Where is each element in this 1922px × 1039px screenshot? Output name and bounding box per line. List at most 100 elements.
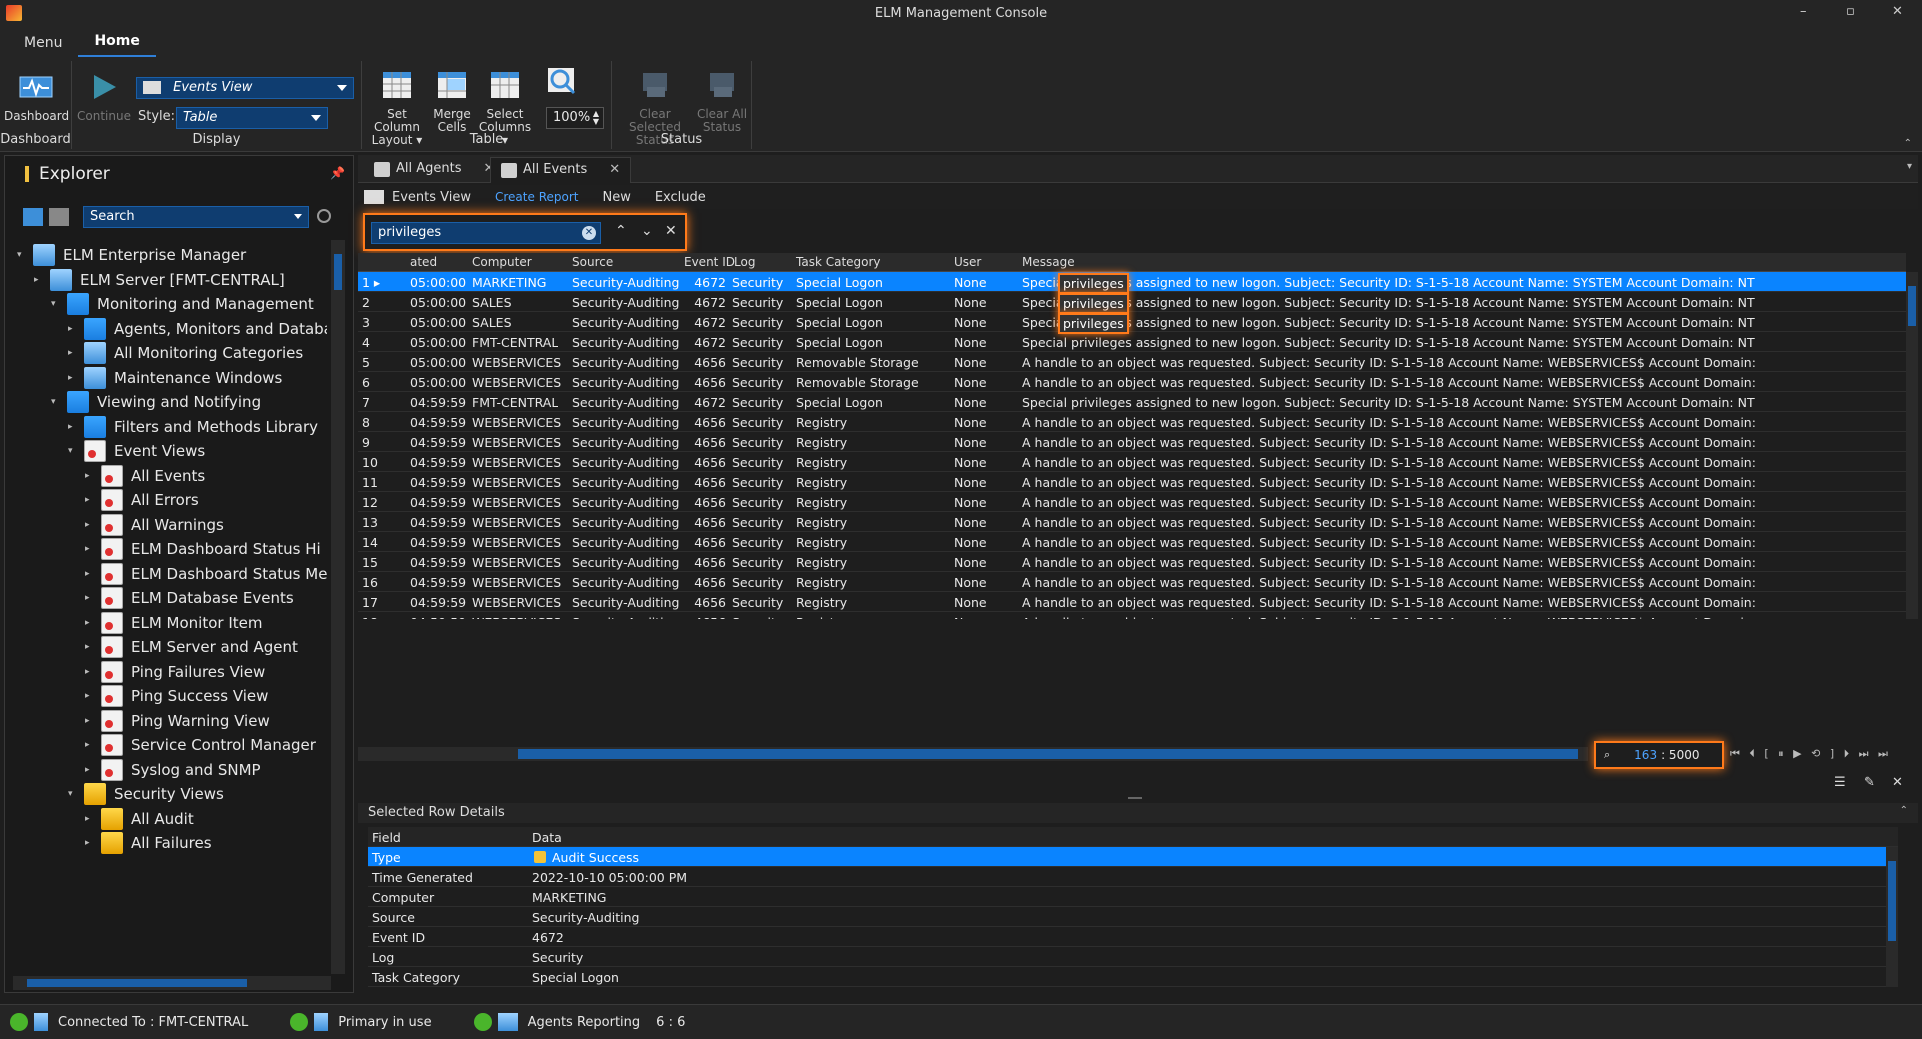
details-row[interactable]: Event ID 4672 [368,927,1898,947]
explorer-search[interactable]: Search [83,206,309,228]
expand-arrow-icon[interactable]: ▸ [85,544,95,554]
expand-arrow-icon[interactable]: ▸ [85,569,95,579]
search-icon[interactable]: ⌕ [1604,748,1610,762]
column-header[interactable]: ated [410,255,437,269]
table-row[interactable]: 17 04:59:59 WEBSERVICES Security-Auditing 46… [358,592,1906,612]
splitter-grip[interactable] [1128,797,1142,799]
expand-arrow-icon[interactable]: ▾ [51,397,61,407]
table-row[interactable]: 5 05:00:00 WEBSERVICES Security-Auditing 465… [358,352,1906,372]
expand-arrow-icon[interactable]: ▸ [85,765,95,775]
style-select[interactable]: Table [176,107,328,129]
expand-arrow-icon[interactable]: ▸ [68,348,78,358]
collapse-ribbon-icon[interactable]: ⌃ [1904,138,1912,149]
table-row[interactable]: 13 04:59:59 WEBSERVICES Security-Auditing 46… [358,512,1906,532]
view-select[interactable]: Events View [136,77,354,99]
column-header[interactable]: Source [572,255,613,269]
details-row[interactable]: Computer MARKETING [368,887,1898,907]
spinner-arrows-icon[interactable]: ▲ ▼ [593,110,599,126]
minimize-button[interactable]: – [1800,4,1807,19]
column-header[interactable]: Event ID [684,255,735,269]
expand-arrow-icon[interactable]: ▸ [68,422,78,432]
column-header[interactable]: User [954,255,981,269]
expand-arrow-icon[interactable]: ▾ [17,250,27,260]
column-header[interactable]: Computer [472,255,532,269]
expand-arrow-icon[interactable]: ▸ [85,471,95,481]
find-previous-icon[interactable]: ⌃ [615,223,627,239]
clear-search-icon[interactable] [317,209,331,223]
table-row[interactable]: 1 ▸ 05:00:00 MARKETING Security-Auditing 467… [358,272,1906,292]
create-report-link[interactable]: Create Report [495,190,578,204]
current-record[interactable]: 163 [1634,748,1657,762]
expand-arrow-icon[interactable]: ▸ [85,691,95,701]
close-panel-icon[interactable]: ✕ [1892,775,1903,790]
scroll-thumb[interactable] [1908,286,1916,326]
find-next-icon[interactable]: ⌄ [641,223,653,239]
clear-find-icon[interactable]: ✕ [582,226,596,240]
expand-arrow-icon[interactable]: ▸ [68,324,78,334]
maximize-button[interactable]: ▫ [1846,4,1855,19]
scroll-thumb[interactable] [518,749,1578,759]
expand-arrow-icon[interactable]: ▾ [68,789,78,799]
column-header[interactable]: Message [1022,255,1075,269]
list-view-icon[interactable] [49,208,69,226]
column-header[interactable]: Task Category [796,255,881,269]
clear-all-status-button[interactable]: Clear All Status [696,69,748,134]
expand-arrow-icon[interactable]: ▸ [68,373,78,383]
expand-tree-icon[interactable] [23,208,43,226]
table-row[interactable]: 12 04:59:59 WEBSERVICES Security-Auditing 46… [358,492,1906,512]
close-button[interactable]: ✕ [1892,4,1903,19]
scroll-thumb[interactable] [27,979,247,987]
expand-arrow-icon[interactable]: ▾ [51,299,61,309]
table-row[interactable]: 15 04:59:59 WEBSERVICES Security-Auditing 46… [358,552,1906,572]
close-tab-icon[interactable]: ✕ [609,162,620,177]
table-row[interactable]: 11 04:59:59 WEBSERVICES Security-Auditing 46… [358,472,1906,492]
explorer-horizontal-scrollbar[interactable] [13,976,331,990]
table-row[interactable]: 2 05:00:00 SALES Security-Auditing 4672 Secur… [358,292,1906,312]
expand-arrow-icon[interactable]: ▸ [85,814,95,824]
close-find-icon[interactable]: ✕ [665,223,677,239]
tab-home[interactable]: Home [78,27,156,57]
table-row[interactable]: 6 05:00:00 WEBSERVICES Security-Auditing 465… [358,372,1906,392]
scroll-thumb[interactable] [334,254,342,290]
details-row[interactable]: Log Security [368,947,1898,967]
tab-menu[interactable]: Menu [8,29,78,57]
new-button[interactable]: New [602,190,630,205]
table-row[interactable]: 8 04:59:59 WEBSERVICES Security-Auditing 465… [358,412,1906,432]
details-row[interactable]: Type Audit Success [368,847,1898,867]
table-row[interactable]: 4 05:00:00 FMT-CENTRAL Security-Auditing 467… [358,332,1906,352]
column-header[interactable]: Log [734,255,755,269]
grid-vertical-scrollbar[interactable] [1906,272,1918,619]
table-row[interactable]: 3 05:00:00 SALES Security-Auditing 4672 Secur… [358,312,1906,332]
expand-arrow-icon[interactable]: ▸ [85,495,95,505]
table-row[interactable]: 9 04:59:59 WEBSERVICES Security-Auditing 465… [358,432,1906,452]
scroll-thumb[interactable] [1888,861,1896,941]
details-scrollbar[interactable] [1886,847,1898,987]
menu-icon[interactable]: ☰ [1834,775,1846,790]
tab-list-chevron-icon[interactable]: ▾ [1907,161,1912,172]
expand-arrow-icon[interactable]: ▸ [85,618,95,628]
explorer-vertical-scrollbar[interactable] [331,240,345,974]
tree-item[interactable]: ▸ All Failures [85,828,212,858]
continue-button[interactable]: Continue [76,71,132,123]
expand-arrow-icon[interactable]: ▸ [85,740,95,750]
expand-arrow-icon[interactable]: ▾ [68,446,78,456]
exclude-button[interactable]: Exclude [655,190,706,205]
expand-arrow-icon[interactable]: ▸ [85,520,95,530]
zoom-spinner[interactable]: 100% ▲ ▼ [546,107,604,129]
table-row[interactable]: 1804:59:59WEBSERVICESSecurity-Auditing46… [358,612,1906,619]
details-row[interactable]: Task Category Special Logon [368,967,1898,987]
tab-all-events[interactable]: All Events ✕ [490,157,632,183]
edit-icon[interactable]: ✎ [1864,775,1875,790]
expand-arrow-icon[interactable]: ▸ [85,667,95,677]
expand-arrow-icon[interactable]: ▸ [85,716,95,726]
dashboard-button[interactable]: Dashboard [4,71,69,123]
pager-navigation[interactable]: ⏮ ⏴ [ ⏸ ▶ ⟲ ] ⏵ ⏭ ⏭ [1730,747,1891,761]
expand-arrow-icon[interactable]: ▸ [85,642,95,652]
table-row[interactable]: 14 04:59:59 WEBSERVICES Security-Auditing 46… [358,532,1906,552]
table-row[interactable]: 16 04:59:59 WEBSERVICES Security-Auditing 46… [358,572,1906,592]
pin-icon[interactable]: 📌 [330,166,345,180]
expand-arrow-icon[interactable]: ▸ [34,275,44,285]
merge-cells-button[interactable]: Merge Cells [430,69,474,134]
details-row[interactable]: Source Security-Auditing [368,907,1898,927]
expand-arrow-icon[interactable]: ▸ [85,593,95,603]
